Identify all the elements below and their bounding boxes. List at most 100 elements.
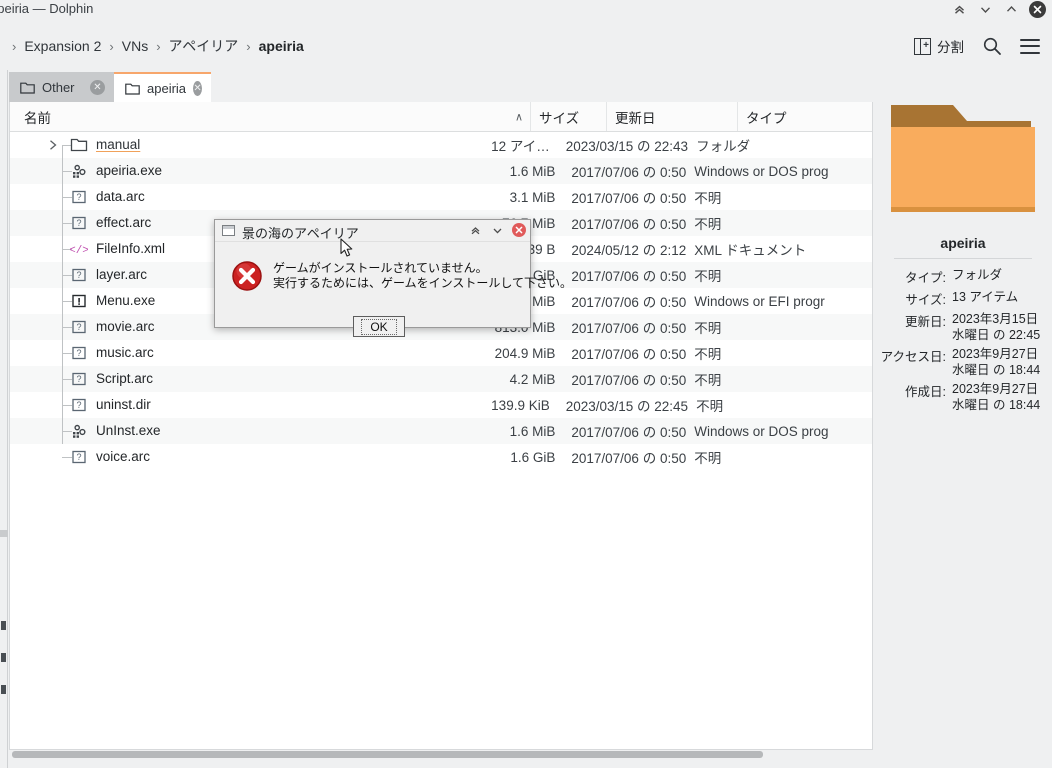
minimize-icon[interactable] <box>977 2 993 18</box>
file-type-cell: 不明 <box>686 187 872 207</box>
file-name-label[interactable]: UnInst.exe <box>96 422 161 440</box>
svg-text:?: ? <box>76 452 81 462</box>
breadcrumb-item-1[interactable]: VNs <box>118 36 152 56</box>
file-name-label[interactable]: data.arc <box>96 188 145 206</box>
table-row[interactable]: ? voice.arc 1.6 GiB 2017/07/06 の 0:50 不明 <box>10 444 872 470</box>
folder-icon <box>70 136 88 154</box>
close-icon[interactable] <box>1029 1 1046 18</box>
info-value: 13 アイテム <box>952 289 1050 308</box>
column-header-date[interactable]: 更新日 <box>607 102 738 131</box>
info-row-modified: 更新日: 2023年3月15日 水曜日 の 22:45 <box>874 311 1052 343</box>
table-row[interactable]: ? Script.arc 4.2 MiB 2017/07/06 の 0:50 不… <box>10 366 872 392</box>
column-header-size[interactable]: サイズ <box>531 102 607 131</box>
split-view-label: 分割 <box>937 36 964 56</box>
places-icon-fragment-3 <box>1 685 6 694</box>
file-name-label[interactable]: FileInfo.xml <box>96 240 165 258</box>
file-size-cell: 1.6 MiB <box>492 164 563 179</box>
file-name-label[interactable]: effect.arc <box>96 214 151 232</box>
keep-above-icon[interactable] <box>951 2 967 18</box>
ok-button[interactable]: OK <box>353 316 405 337</box>
file-type-cell: XML ドキュメント <box>686 239 872 259</box>
file-date-cell: 2017/07/06 の 0:50 <box>563 317 686 337</box>
search-icon <box>982 36 1002 56</box>
svg-text:?: ? <box>76 400 81 410</box>
unknown-file-icon: ? <box>70 396 88 414</box>
dialog-window-controls <box>468 223 526 237</box>
breadcrumb: › Expansion 2 › VNs › アペイリア › apeiria <box>10 34 308 58</box>
exe-icon <box>70 162 88 180</box>
dialog-titlebar: 景の海のアペイリア <box>215 220 530 242</box>
column-header-type[interactable]: タイプ <box>738 102 872 131</box>
menu-button[interactable] <box>1018 33 1042 59</box>
file-type-cell: Windows or EFI progr <box>686 294 872 309</box>
info-value-line2: 水曜日 の 18:44 <box>952 362 1050 378</box>
table-row[interactable]: manual 12 アイ… 2023/03/15 の 22:43 フォルダ <box>10 132 872 158</box>
info-key: 更新日: <box>874 311 952 343</box>
column-header-name[interactable]: 名前 ∧ <box>10 102 531 131</box>
tab-other-label: Other <box>42 80 75 95</box>
tab-other-close-icon[interactable]: ✕ <box>90 80 105 95</box>
file-name-label[interactable]: manual <box>96 136 140 154</box>
file-type-cell: Windows or DOS prog <box>686 424 872 439</box>
file-name-cell: ? music.arc <box>10 340 492 366</box>
file-date-cell: 2017/07/06 の 0:50 <box>563 213 686 233</box>
window-controls <box>951 1 1046 18</box>
places-panel-clipped[interactable] <box>0 70 8 768</box>
file-date-cell: 2017/07/06 の 0:50 <box>563 369 686 389</box>
dialog-close-icon[interactable] <box>512 223 526 237</box>
file-name-label[interactable]: music.arc <box>96 344 154 362</box>
folder-icon <box>125 82 140 95</box>
breadcrumb-item-2[interactable]: アペイリア <box>165 34 243 58</box>
info-value: 2023年3月15日 水曜日 の 22:45 <box>952 311 1050 343</box>
tab-other[interactable]: Other ✕ <box>9 72 114 102</box>
file-name-label[interactable]: voice.arc <box>96 448 150 466</box>
file-name-label[interactable]: movie.arc <box>96 318 155 336</box>
table-row[interactable]: ? uninst.dir 139.9 KiB 2023/03/15 の 22:4… <box>10 392 872 418</box>
file-size-cell: 4.2 MiB <box>492 372 563 387</box>
file-date-cell: 2017/07/06 の 0:50 <box>563 421 686 441</box>
tab-apeiria-close-icon[interactable]: ✕ <box>193 81 202 96</box>
breadcrumb-item-3[interactable]: apeiria <box>255 36 308 56</box>
unknown-file-icon: ? <box>70 318 88 336</box>
horizontal-scrollbar-track[interactable] <box>9 751 873 765</box>
dialog-minimize-icon[interactable] <box>490 223 504 237</box>
dialog-message-line2: 実行するためには、ゲームをインストールして下さい。 <box>273 276 572 291</box>
expand-arrow-icon[interactable] <box>48 139 60 151</box>
horizontal-scrollbar-thumb[interactable] <box>12 751 763 758</box>
svg-text:?: ? <box>76 270 81 280</box>
info-value: フォルダ <box>952 267 1050 286</box>
ok-button-label: OK <box>361 319 396 335</box>
unknown-file-icon: ? <box>70 214 88 232</box>
file-name-label[interactable]: apeiria.exe <box>96 162 162 180</box>
file-name-label[interactable]: layer.arc <box>96 266 147 284</box>
unknown-file-icon: ? <box>70 448 88 466</box>
error-dialog: 景の海のアペイリア <box>214 219 531 328</box>
table-row[interactable]: apeiria.exe 1.6 MiB 2017/07/06 の 0:50 Wi… <box>10 158 872 184</box>
file-name-label[interactable]: uninst.dir <box>96 396 151 414</box>
file-name-label[interactable]: Menu.exe <box>96 292 155 310</box>
dialog-keep-above-icon[interactable] <box>468 223 482 237</box>
breadcrumb-separator-0: › <box>10 39 18 54</box>
breadcrumb-item-0[interactable]: Expansion 2 <box>20 36 105 56</box>
table-row[interactable]: ? music.arc 204.9 MiB 2017/07/06 の 0:50 … <box>10 340 872 366</box>
info-key: タイプ: <box>874 267 952 286</box>
file-name-label[interactable]: Script.arc <box>96 370 153 388</box>
window-titlebar: apeiria — Dolphin <box>0 0 1052 22</box>
info-row-type: タイプ: フォルダ <box>874 267 1052 286</box>
svg-text:?: ? <box>76 374 81 384</box>
search-button[interactable] <box>980 33 1004 59</box>
table-row[interactable]: UnInst.exe 1.6 MiB 2017/07/06 の 0:50 Win… <box>10 418 872 444</box>
column-header-type-label: タイプ <box>746 107 787 127</box>
alert-exe-icon <box>70 292 88 310</box>
svg-text:?: ? <box>76 322 81 332</box>
column-header-size-label: サイズ <box>539 107 579 127</box>
maximize-icon[interactable] <box>1003 2 1019 18</box>
file-size-cell: 1.6 GiB <box>492 450 563 465</box>
svg-text:</>: </> <box>70 245 88 257</box>
file-type-cell: 不明 <box>686 265 872 285</box>
info-key: サイズ: <box>874 289 952 308</box>
split-view-button[interactable]: + 分割 <box>912 33 966 59</box>
tab-apeiria[interactable]: apeiria ✕ <box>114 72 211 102</box>
table-row[interactable]: ? data.arc 3.1 MiB 2017/07/06 の 0:50 不明 <box>10 184 872 210</box>
tab-apeiria-label: apeiria <box>147 81 186 96</box>
